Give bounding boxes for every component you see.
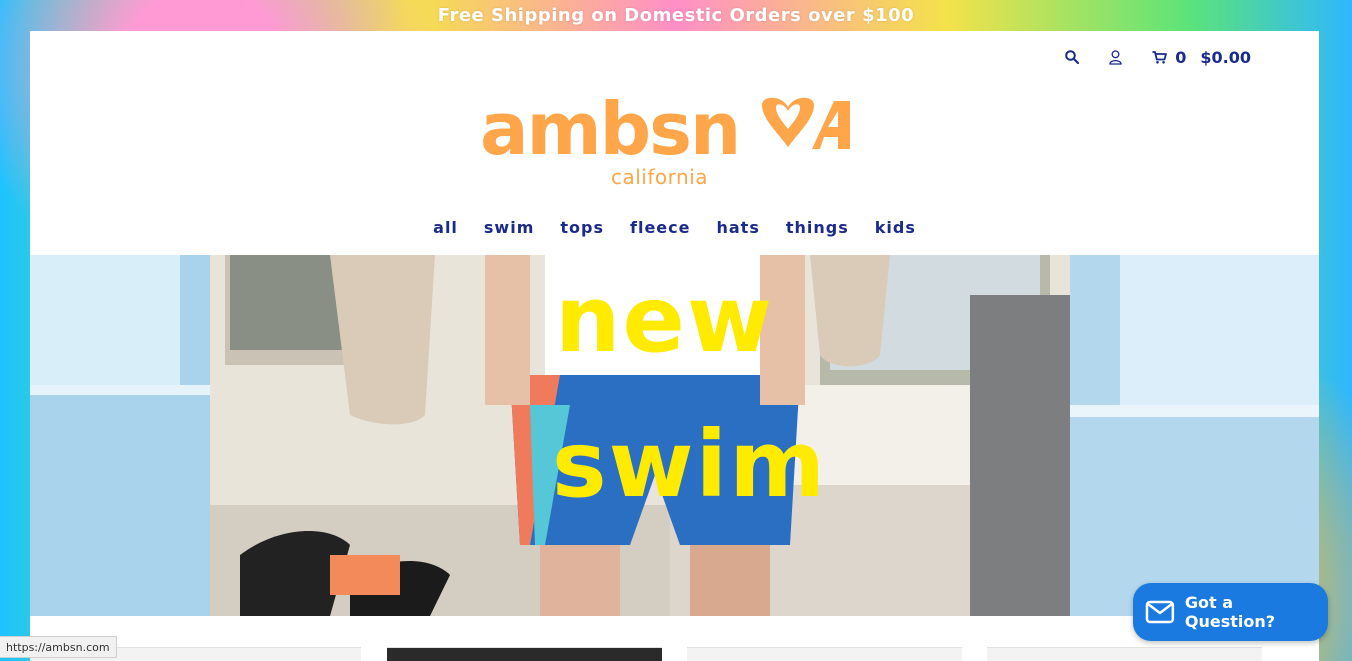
search-button[interactable]: [1065, 50, 1080, 64]
hero-banner[interactable]: new swim: [30, 255, 1319, 616]
promo-text: Free Shipping on Domestic Orders over $1…: [437, 5, 915, 26]
heart-logo-icon: [762, 97, 850, 149]
cart-icon: [1152, 50, 1168, 64]
product-tile[interactable]: [387, 647, 662, 661]
hero-title-line2: swim: [551, 411, 828, 518]
site-logo[interactable]: ambsn california: [480, 93, 872, 189]
hero-title-line1: new: [555, 266, 774, 373]
header-utility: 0 $0.00: [1065, 47, 1251, 67]
cart-button[interactable]: 0 $0.00: [1152, 48, 1251, 67]
nav-item-swim[interactable]: swim: [484, 218, 534, 237]
promo-banner: Free Shipping on Domestic Orders over $1…: [0, 0, 1352, 31]
main-nav: all swim tops fleece hats things kids: [30, 218, 1319, 237]
account-button[interactable]: [1109, 49, 1122, 65]
cart-total: $0.00: [1200, 47, 1251, 67]
cart-count: 0: [1175, 47, 1187, 67]
logo-wordmark: ambsn: [480, 87, 741, 171]
nav-item-fleece[interactable]: fleece: [630, 218, 690, 237]
status-url-text: https://ambsn.com: [6, 640, 110, 654]
product-grid-preview: [30, 647, 1319, 661]
chat-widget-button[interactable]: Got a Question?: [1133, 583, 1328, 641]
nav-item-kids[interactable]: kids: [875, 218, 916, 237]
search-icon: [1065, 50, 1080, 64]
user-icon: [1109, 49, 1122, 65]
logo-subtitle: california: [611, 165, 709, 189]
nav-item-hats[interactable]: hats: [716, 218, 759, 237]
nav-item-things[interactable]: things: [786, 218, 849, 237]
envelope-icon: [1145, 600, 1175, 624]
page: 0 $0.00 ambsn california all swim tops f…: [30, 31, 1319, 661]
status-bar-url: https://ambsn.com: [0, 636, 117, 658]
product-tile[interactable]: [987, 647, 1262, 661]
nav-item-all[interactable]: all: [433, 218, 458, 237]
chat-label: Got a Question?: [1184, 593, 1276, 631]
product-tile[interactable]: [687, 647, 962, 661]
nav-item-tops[interactable]: tops: [560, 218, 604, 237]
